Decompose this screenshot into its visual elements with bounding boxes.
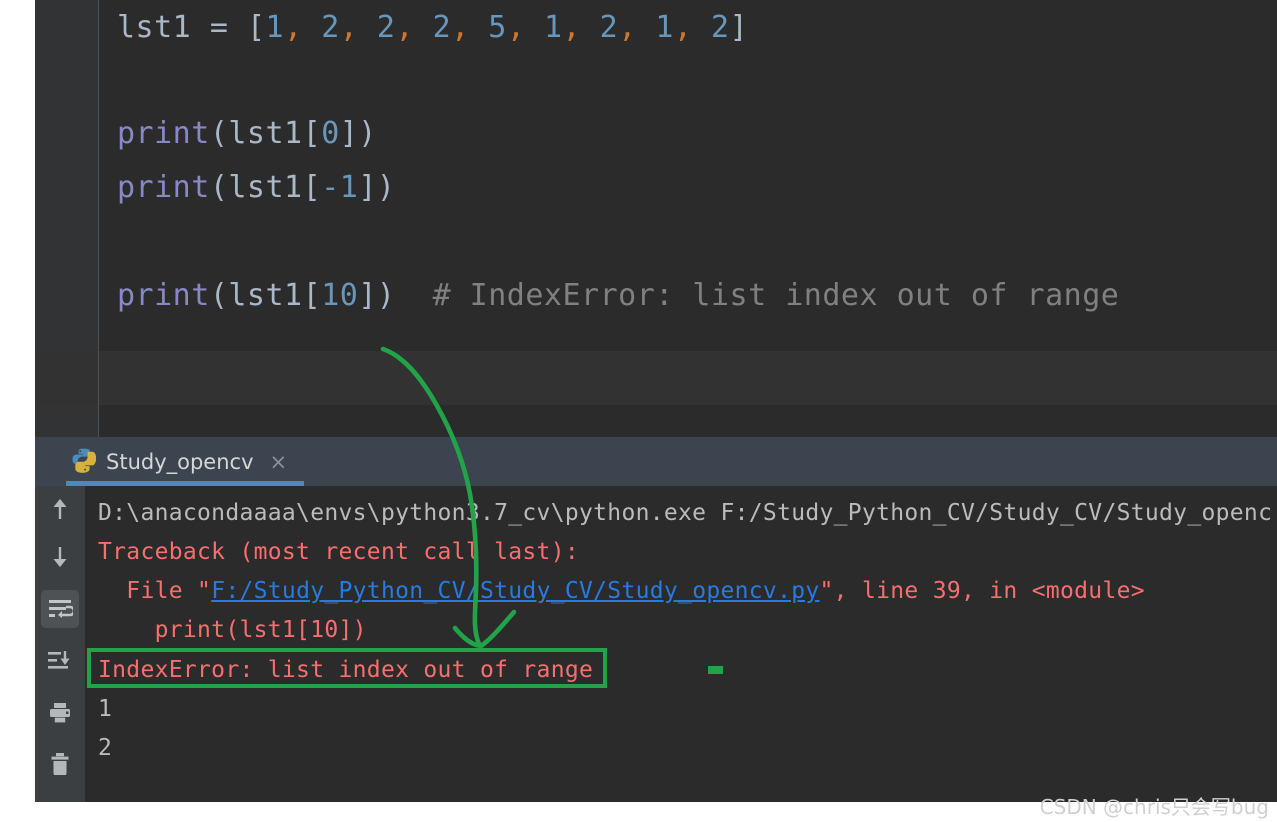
code-token: 2 bbox=[321, 10, 340, 45]
gutter-current-line-band bbox=[35, 351, 98, 405]
code-token: 1 bbox=[543, 10, 563, 45]
console-line: Traceback (most recent call last): bbox=[98, 533, 579, 572]
code-token: , bbox=[506, 10, 544, 45]
code-line: print(lst1[0]) bbox=[117, 107, 377, 161]
code-token: , bbox=[284, 10, 322, 45]
console-line: print(lst1[10]) bbox=[98, 611, 367, 650]
scroll-to-end-icon[interactable] bbox=[41, 642, 79, 680]
tab-study-opencv[interactable]: Study_opencv × bbox=[66, 437, 291, 486]
code-token: (lst1[ bbox=[209, 170, 322, 205]
code-token: # IndexError: list index out of range bbox=[432, 278, 1120, 313]
code-token: , bbox=[673, 10, 711, 45]
console-line: IndexError: list index out of range bbox=[98, 651, 593, 690]
down-arrow-icon[interactable] bbox=[41, 538, 79, 576]
console-output[interactable]: D:\anacondaaaa\envs\python3.7_cv\python.… bbox=[85, 486, 1277, 802]
code-token: (lst1[ bbox=[209, 278, 322, 313]
console-text: print(lst1[10]) bbox=[98, 617, 367, 643]
pycharm-screenshot: lst1 = [1, 2, 2, 2, 5, 1, 2, 1, 2] print(… bbox=[0, 0, 1277, 822]
left-white-margin bbox=[0, 0, 35, 822]
run-toolbar bbox=[35, 486, 85, 802]
code-token: 2 bbox=[599, 10, 619, 45]
code-token: 2 bbox=[711, 10, 730, 45]
code-token: (lst1[ bbox=[209, 116, 322, 151]
code-token: [ bbox=[246, 10, 266, 45]
console-line: File "F:/Study_Python_CV/Study_CV/Study_… bbox=[98, 572, 1145, 611]
console-line: D:\anacondaaaa\envs\python3.7_cv\python.… bbox=[98, 494, 1272, 533]
trash-icon[interactable] bbox=[41, 746, 79, 784]
run-tab-bar: Study_opencv × bbox=[35, 437, 1277, 486]
close-icon[interactable]: × bbox=[270, 450, 288, 474]
console-text: 2 bbox=[98, 735, 113, 761]
code-line: print(lst1[10]) # IndexError: list index… bbox=[117, 269, 1119, 323]
editor-gutter[interactable] bbox=[35, 0, 98, 437]
code-token: 5 bbox=[488, 10, 507, 45]
code-token: , bbox=[562, 10, 600, 45]
run-tool-window: Study_opencv × D:\anacondaaaa\envs\pytho… bbox=[35, 437, 1277, 802]
soft-wrap-icon[interactable] bbox=[41, 590, 79, 628]
console-line: 2 bbox=[98, 729, 112, 768]
code-token: 2 bbox=[432, 10, 452, 45]
code-token: lst1 bbox=[117, 10, 210, 45]
console-line: 1 bbox=[98, 690, 112, 729]
code-token: ] bbox=[729, 10, 749, 45]
up-arrow-icon[interactable] bbox=[41, 490, 79, 528]
watermark: CSDN @chris只会写bug bbox=[1039, 795, 1269, 819]
console-text: Traceback (most recent call last): bbox=[98, 539, 580, 565]
code-token: ]) bbox=[358, 170, 396, 205]
code-token: ]) bbox=[339, 116, 377, 151]
code-token: , bbox=[618, 10, 656, 45]
console-text: IndexError: list index out of range bbox=[98, 657, 594, 683]
code-token: -1 bbox=[321, 170, 359, 205]
console-text: File " bbox=[98, 578, 212, 604]
code-token: print bbox=[117, 278, 210, 313]
code-editor-pane: lst1 = [1, 2, 2, 2, 5, 1, 2, 1, 2] print(… bbox=[35, 0, 1277, 437]
console-text: D:\anacondaaaa\envs\python3.7_cv\python.… bbox=[98, 500, 1273, 526]
code-token: 0 bbox=[321, 116, 340, 151]
code-token: 2 bbox=[376, 10, 396, 45]
code-token: , bbox=[451, 10, 489, 45]
code-token: ]) bbox=[358, 278, 433, 313]
code-token: 10 bbox=[321, 278, 359, 313]
code-token: 1 bbox=[655, 10, 674, 45]
python-icon bbox=[70, 447, 97, 477]
tab-label: Study_opencv bbox=[106, 449, 254, 474]
current-line-highlight bbox=[99, 351, 1277, 405]
code-line: print(lst1[-1]) bbox=[117, 161, 395, 215]
print-icon[interactable] bbox=[41, 694, 79, 732]
file-path-link[interactable]: F:/Study_Python_CV/Study_CV/Study_opencv… bbox=[211, 578, 819, 604]
console-text: 1 bbox=[98, 696, 113, 722]
code-token: , bbox=[339, 10, 377, 45]
code-token: = bbox=[209, 10, 247, 45]
code-token: 1 bbox=[265, 10, 285, 45]
console-text: ", line 39, in <module> bbox=[819, 578, 1145, 604]
code-token: print bbox=[117, 116, 210, 151]
editor-code-area[interactable]: lst1 = [1, 2, 2, 2, 5, 1, 2, 1, 2] print(… bbox=[99, 0, 1277, 437]
code-token: print bbox=[117, 170, 210, 205]
code-token: , bbox=[395, 10, 433, 45]
code-line: lst1 = [1, 2, 2, 2, 5, 1, 2, 1, 2] bbox=[117, 1, 748, 55]
